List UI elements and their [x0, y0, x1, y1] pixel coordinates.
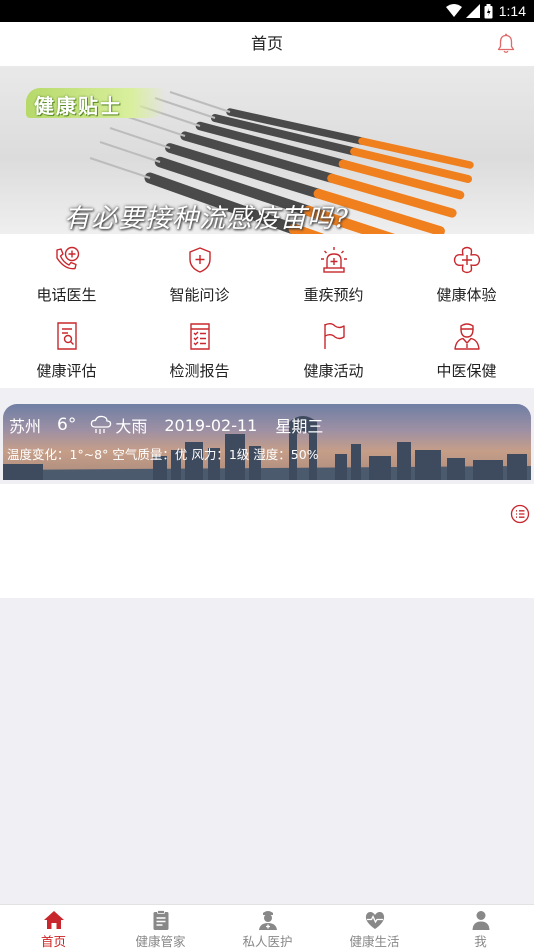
- list-menu-icon[interactable]: [510, 504, 530, 524]
- syringe-needle: [169, 91, 231, 113]
- service-critical-booking[interactable]: 重疾预约: [267, 234, 400, 310]
- service-health-experience[interactable]: 健康体验: [400, 234, 533, 310]
- nurse-icon: [258, 911, 277, 930]
- tab-home[interactable]: 首页: [0, 905, 107, 951]
- service-health-assessment[interactable]: 健康评估: [0, 310, 133, 386]
- service-tcm-care[interactable]: 中医保健: [400, 310, 533, 386]
- service-label: 检测报告: [169, 362, 230, 380]
- person-icon: [472, 911, 489, 930]
- status-bar: 1:14: [0, 0, 534, 22]
- home-icon: [43, 911, 64, 929]
- heart-pulse-icon: [365, 911, 384, 929]
- shield-plus-icon: [188, 247, 211, 273]
- service-label: 中医保健: [436, 362, 497, 380]
- service-phone-doctor[interactable]: 电话医生: [0, 234, 133, 310]
- tab-label: 私人医护: [242, 934, 293, 949]
- bell-icon[interactable]: [496, 33, 516, 55]
- page-title: 首页: [250, 34, 283, 53]
- battery-icon: [484, 3, 493, 18]
- weather-date: 2019-02-11: [164, 415, 258, 435]
- clipboard-icon: [153, 910, 168, 930]
- tab-label: 健康生活: [349, 934, 400, 949]
- signal-icon: [465, 4, 480, 18]
- service-label: 智能问诊: [169, 286, 230, 304]
- service-label: 重疾预约: [303, 286, 364, 304]
- syringe-needle: [99, 141, 161, 163]
- service-health-activity[interactable]: 健康活动: [267, 310, 400, 386]
- tab-label: 我: [474, 934, 487, 949]
- wifi-icon: [445, 4, 462, 17]
- tab-label: 健康管家: [135, 934, 186, 949]
- doctor-icon: [453, 323, 480, 350]
- service-test-report[interactable]: 检测报告: [133, 310, 266, 386]
- weather-card[interactable]: 苏州 6° 大雨 2019-02-11 星期三 温度变化：1°~8° 空气质量：…: [3, 404, 531, 480]
- weather-weekday: 星期三: [275, 417, 324, 436]
- banner-tag: 健康贴士: [34, 94, 122, 118]
- banner-headline: 有必要接种流感疫苗吗?: [64, 204, 349, 234]
- service-grid: 电话医生 智能问诊 重疾预约 健康体验 健康评估 检测报告 健康活动 中医保健: [0, 234, 534, 388]
- tab-label: 首页: [40, 934, 66, 949]
- alarm-light-icon: [320, 247, 347, 273]
- syringe-needle: [89, 157, 151, 179]
- phone-doctor-icon: [55, 246, 79, 270]
- document-search-icon: [56, 322, 77, 350]
- status-time: 1:14: [498, 3, 526, 19]
- weather-city: 苏州: [9, 417, 42, 436]
- service-label: 电话医生: [36, 286, 97, 304]
- service-smart-consult[interactable]: 智能问诊: [133, 234, 266, 310]
- tab-private-care[interactable]: 私人医护: [214, 905, 321, 951]
- weather-condition: 大雨: [115, 417, 148, 436]
- weather-temperature: 6°: [57, 415, 77, 435]
- rain-icon: [91, 415, 112, 434]
- banner-carousel[interactable]: 健康贴士 有必要接种流感疫苗吗?: [0, 66, 534, 234]
- service-label: 健康评估: [36, 362, 97, 380]
- weather-detail: 温度变化：1°~8° 空气质量：优 风力：1级 湿度：50%: [7, 447, 319, 462]
- tab-health-manager[interactable]: 健康管家: [107, 905, 214, 951]
- flag-icon: [323, 323, 345, 349]
- weather-summary: 苏州 6° 大雨 2019-02-11 星期三: [9, 412, 323, 438]
- content-panel: [0, 484, 534, 598]
- status-icons: 1:14: [445, 2, 526, 20]
- syringe-needle: [109, 127, 171, 149]
- app-bar: 首页: [0, 22, 534, 67]
- service-label: 健康活动: [303, 362, 364, 380]
- bottom-tab-bar: 首页 健康管家 私人医护 健康生活 我: [0, 904, 534, 951]
- checklist-icon: [189, 323, 210, 350]
- tab-healthy-living[interactable]: 健康生活: [321, 905, 428, 951]
- service-label: 健康体验: [436, 286, 497, 304]
- tab-me[interactable]: 我: [427, 905, 534, 951]
- cross-flower-icon: [453, 246, 480, 274]
